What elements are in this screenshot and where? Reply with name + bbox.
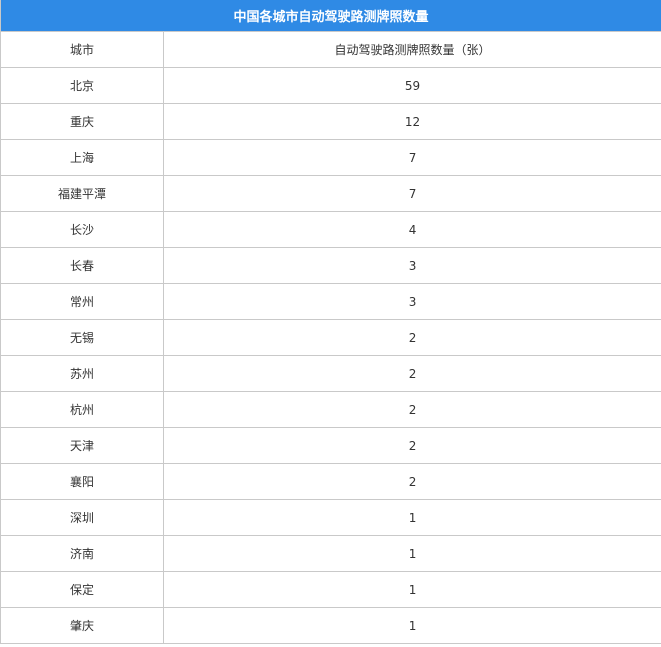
city-cell: 襄阳	[0, 463, 164, 500]
city-cell: 重庆	[0, 103, 164, 140]
count-cell: 3	[162, 283, 661, 320]
table-title: 中国各城市自动驾驶路测牌照数量	[0, 0, 661, 32]
table-row: 襄阳 2	[0, 463, 661, 500]
license-table: 中国各城市自动驾驶路测牌照数量 城市 自动驾驶路测牌照数量（张） 北京 59 重庆 1…	[0, 0, 661, 644]
table-row: 上海 7	[0, 139, 661, 176]
count-cell: 1	[162, 607, 661, 644]
city-cell: 保定	[0, 571, 164, 608]
count-cell: 2	[162, 355, 661, 392]
table-row: 苏州 2	[0, 355, 661, 392]
table-row: 常州 3	[0, 283, 661, 320]
city-cell: 济南	[0, 535, 164, 572]
count-cell: 3	[162, 247, 661, 284]
header-row: 城市 自动驾驶路测牌照数量（张）	[0, 31, 661, 68]
count-cell: 7	[162, 175, 661, 212]
count-cell: 7	[162, 139, 661, 176]
table-row: 重庆 12	[0, 103, 661, 140]
count-cell: 1	[162, 499, 661, 536]
license-table-container: 中国各城市自动驾驶路测牌照数量 城市 自动驾驶路测牌照数量（张） 北京 59 重庆 1…	[0, 0, 661, 644]
table-row: 北京 59	[0, 67, 661, 104]
city-cell: 肇庆	[0, 607, 164, 644]
city-cell: 天津	[0, 427, 164, 464]
city-cell: 无锡	[0, 319, 164, 356]
table-row: 深圳 1	[0, 499, 661, 536]
city-cell: 上海	[0, 139, 164, 176]
count-cell: 1	[162, 535, 661, 572]
city-cell: 福建平潭	[0, 175, 164, 212]
count-cell: 59	[162, 67, 661, 104]
table-body: 城市 自动驾驶路测牌照数量（张） 北京 59 重庆 12 上海 7 福建平潭 7 长沙 4 长春 3 常…	[0, 31, 661, 644]
table-row: 天津 2	[0, 427, 661, 464]
city-cell: 深圳	[0, 499, 164, 536]
city-cell: 长沙	[0, 211, 164, 248]
count-cell: 2	[162, 463, 661, 500]
city-cell: 常州	[0, 283, 164, 320]
count-cell: 2	[162, 319, 661, 356]
table-row: 长春 3	[0, 247, 661, 284]
count-cell: 1	[162, 571, 661, 608]
city-cell: 苏州	[0, 355, 164, 392]
table-row: 保定 1	[0, 571, 661, 608]
table-row: 无锡 2	[0, 319, 661, 356]
table-row: 济南 1	[0, 535, 661, 572]
table-row: 杭州 2	[0, 391, 661, 428]
count-cell: 4	[162, 211, 661, 248]
column-header-city: 城市	[0, 31, 164, 68]
table-row: 福建平潭 7	[0, 175, 661, 212]
count-cell: 2	[162, 427, 661, 464]
table-row: 肇庆 1	[0, 607, 661, 644]
city-cell: 杭州	[0, 391, 164, 428]
count-cell: 2	[162, 391, 661, 428]
table-row: 长沙 4	[0, 211, 661, 248]
column-header-count: 自动驾驶路测牌照数量（张）	[162, 31, 661, 68]
city-cell: 北京	[0, 67, 164, 104]
city-cell: 长春	[0, 247, 164, 284]
count-cell: 12	[162, 103, 661, 140]
